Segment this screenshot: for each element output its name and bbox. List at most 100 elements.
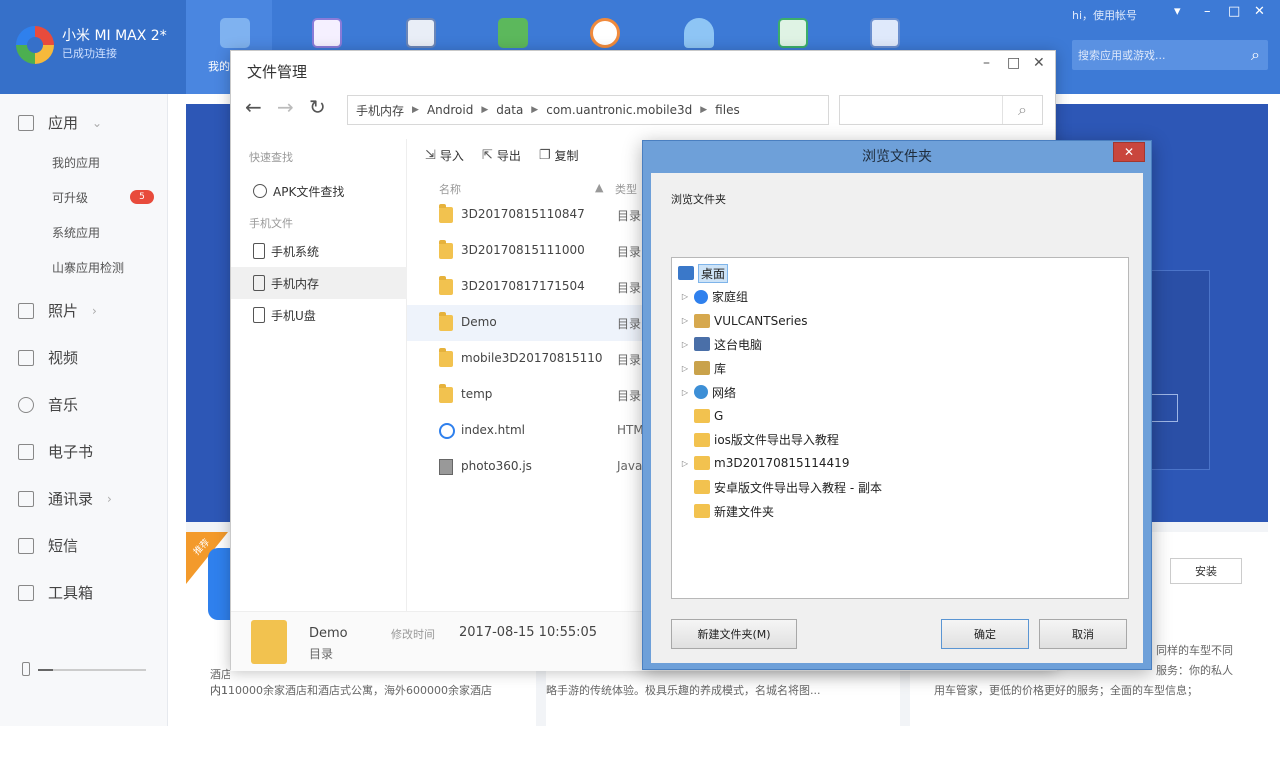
cloud-icon[interactable] <box>684 18 714 48</box>
monitor-icon[interactable] <box>778 18 808 48</box>
nav-phone-usb[interactable]: 手机U盘 <box>231 299 407 331</box>
file-row[interactable]: 3D20170815111000 目录 <box>407 233 657 269</box>
folder-tree: 桌面 ▷ 家庭组 ▷ VULCANTSeries ▷ 这台电脑 ▷ 库 ▷ 网络 Gios版文件导出导… <box>671 257 1129 599</box>
close-icon[interactable]: ✕ <box>1113 142 1145 162</box>
apk-search-item[interactable]: APK文件查找 <box>231 175 407 207</box>
forward-arrow-icon[interactable]: → <box>277 95 294 119</box>
tree-node[interactable]: 新建文件夹 <box>680 500 774 522</box>
copy-button[interactable]: ❐ 复制 <box>539 147 579 164</box>
app-search-input[interactable] <box>1078 45 1238 65</box>
expand-arrow-icon[interactable]: ▷ <box>680 388 690 397</box>
lock-icon[interactable] <box>498 18 528 48</box>
toolbox-icon[interactable] <box>870 18 900 48</box>
folder-icon <box>694 456 710 471</box>
tree-node[interactable]: ▷ 库 <box>680 357 726 379</box>
device-name: 小米 MI MAX 2* <box>62 28 167 44</box>
sidebar-item-label: 视频 <box>48 349 79 367</box>
file-name: photo360.js <box>461 459 532 473</box>
maximize-icon[interactable]: □ <box>1228 4 1240 19</box>
sidebar-sub-fake-app-check[interactable]: 山寨应用检测 <box>52 259 124 276</box>
card-description: 同样的车型不同 <box>1156 644 1233 657</box>
card-description: 用车管家，更低的价格更好的服务；全面的车型信息； <box>934 684 1198 697</box>
tree-node[interactable]: ▷ 网络 <box>680 381 736 403</box>
gamepad-icon[interactable] <box>406 18 436 48</box>
calendar-icon[interactable] <box>312 18 342 48</box>
file-name: mobile3D20170815110 <box>461 351 603 365</box>
cancel-button[interactable]: 取消 <box>1039 619 1127 649</box>
file-type: 目录 <box>617 245 642 259</box>
file-row[interactable]: temp 目录 <box>407 377 657 413</box>
copy-icon: ❐ <box>538 148 551 163</box>
expand-arrow-icon[interactable]: ▷ <box>680 292 690 301</box>
tree-node[interactable]: ▷ VULCANTSeries <box>680 310 807 332</box>
tree-node[interactable]: ▷ 家庭组 <box>680 286 748 308</box>
file-type: 目录 <box>617 317 642 331</box>
expand-arrow-icon[interactable]: ▷ <box>680 459 690 468</box>
search-icon[interactable]: ⌕ <box>1002 96 1042 124</box>
expand-arrow-icon[interactable]: ▷ <box>680 316 690 325</box>
nav-phone-storage[interactable]: 手机内存 <box>231 267 407 299</box>
sidebar-item-toolbox[interactable]: 工具箱 <box>18 582 93 603</box>
breadcrumb-item[interactable]: com.uantronic.mobile3d <box>546 103 692 117</box>
expand-arrow-icon[interactable]: ▷ <box>680 364 690 373</box>
html-file-icon <box>439 423 455 439</box>
tree-node[interactable]: G <box>680 405 723 427</box>
file-row[interactable]: mobile3D20170815110 目录 <box>407 341 657 377</box>
storage-bar <box>38 669 146 671</box>
breadcrumb-item[interactable]: 手机内存 <box>356 102 404 119</box>
sidebar-item-videos[interactable]: 视频 <box>18 347 78 368</box>
back-arrow-icon[interactable]: ← <box>245 95 262 119</box>
expand-arrow-icon[interactable]: ▷ <box>680 340 690 349</box>
file-row[interactable]: 3D20170817171504 目录 <box>407 269 657 305</box>
tree-node[interactable]: ▷ m3D20170815114419 <box>680 452 849 474</box>
sidebar-item-ebooks[interactable]: 电子书 <box>18 441 93 462</box>
close-icon[interactable]: ✕ <box>1254 4 1265 19</box>
sidebar-item-contacts[interactable]: 通讯录 › <box>18 488 112 509</box>
app-icon[interactable] <box>208 548 230 620</box>
file-row[interactable]: Demo 目录 <box>407 305 657 341</box>
breadcrumb-item[interactable]: files <box>715 103 740 117</box>
sidebar-item-music[interactable]: 音乐 <box>18 394 78 415</box>
close-icon[interactable]: ✕ <box>1033 55 1045 71</box>
breadcrumb-item[interactable]: Android <box>427 103 473 117</box>
device-panel[interactable]: 小米 MI MAX 2* 已成功连接 <box>0 0 186 94</box>
file-row[interactable]: index.html HTM <box>407 413 657 449</box>
clock-icon[interactable] <box>590 18 620 48</box>
import-button[interactable]: ⇲ 导入 <box>425 147 464 164</box>
folder-icon <box>439 204 453 223</box>
install-button[interactable]: 安装 <box>1170 558 1242 584</box>
file-search-input[interactable] <box>844 101 1000 119</box>
user-greeting[interactable]: hi，使用帐号 <box>1072 7 1137 23</box>
column-header-name[interactable]: 名称 <box>439 181 461 197</box>
file-name: Demo <box>461 315 497 329</box>
file-nav-panel: 快速查找 APK文件查找 手机文件 手机系统 手机内存 手机U盘 <box>231 139 407 611</box>
sidebar-sub-system-apps[interactable]: 系统应用 <box>52 224 100 241</box>
tree-node[interactable]: ▷ 这台电脑 <box>680 333 762 355</box>
music-icon <box>18 396 34 413</box>
breadcrumb-item[interactable]: data <box>496 103 523 117</box>
sidebar-sub-my-apps[interactable]: 我的应用 <box>52 154 100 171</box>
export-button[interactable]: ⇱ 导出 <box>482 147 521 164</box>
column-header-type[interactable]: 类型 <box>615 181 637 197</box>
sidebar-item-apps[interactable]: 应用 ⌄ <box>18 112 102 133</box>
tree-node[interactable]: ios版文件导出导入教程 <box>680 429 839 451</box>
sidebar-item-sms[interactable]: 短信 <box>18 535 78 556</box>
maximize-icon[interactable]: □ <box>1007 55 1020 71</box>
sidebar-item-photos[interactable]: 照片 › <box>18 300 97 321</box>
new-folder-button[interactable]: 新建文件夹(M) <box>671 619 797 649</box>
menu-icon[interactable]: ▾ <box>1174 4 1181 19</box>
tree-node[interactable]: 桌面 <box>678 262 729 284</box>
tree-node[interactable]: 安卓版文件导出导入教程 - 副本 <box>680 476 882 498</box>
search-icon[interactable]: ⌕ <box>1251 45 1260 65</box>
sidebar-sub-upgradable[interactable]: 可升级 <box>52 189 88 206</box>
phone-icon[interactable] <box>220 18 250 48</box>
apk-search-icon <box>253 184 267 198</box>
nav-phone-system[interactable]: 手机系统 <box>231 235 407 267</box>
tree-node-label: G <box>714 408 724 423</box>
file-row[interactable]: 3D20170815110847 目录 <box>407 197 657 233</box>
ok-button[interactable]: 确定 <box>941 619 1029 649</box>
minimize-icon[interactable]: – <box>983 55 990 71</box>
file-row[interactable]: photo360.js Java <box>407 449 657 485</box>
refresh-icon[interactable]: ↻ <box>309 95 326 119</box>
minimize-icon[interactable]: – <box>1204 4 1211 19</box>
